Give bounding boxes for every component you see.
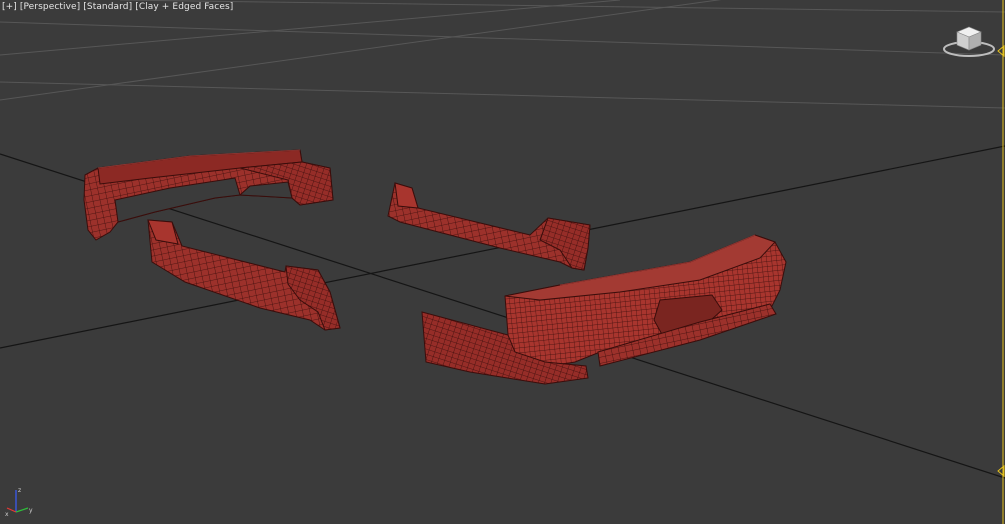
perspective-viewport[interactable]: [+] [Perspective] [Standard] [Clay + Edg… xyxy=(0,0,1005,524)
axis-z-label: z xyxy=(18,487,21,494)
viewport-menu-point-of-view[interactable]: [Perspective] xyxy=(20,2,80,12)
axis-x-label: x xyxy=(5,511,9,518)
axis-y-label: y xyxy=(29,507,33,514)
viewcube-icon[interactable] xyxy=(941,20,997,60)
scene-canvas[interactable] xyxy=(0,0,1005,524)
viewport-label-menu: [+] [Perspective] [Standard] [Clay + Edg… xyxy=(2,2,233,12)
viewport-menu-display-mode[interactable]: [Clay + Edged Faces] xyxy=(135,2,233,12)
viewport-menu-plus[interactable]: [+] xyxy=(2,2,17,12)
left-side-skirt-mesh xyxy=(147,219,341,331)
right-side-skirt-mesh xyxy=(387,182,591,271)
grid-lines xyxy=(0,0,1005,109)
front-bumper-mesh xyxy=(83,149,334,241)
rear-bumper-mesh xyxy=(421,234,787,385)
viewport-menu-shading-standard[interactable]: [Standard] xyxy=(83,2,132,12)
timeline-range-markers xyxy=(997,0,1005,524)
axis-tripod-icon: y x z xyxy=(5,487,33,518)
